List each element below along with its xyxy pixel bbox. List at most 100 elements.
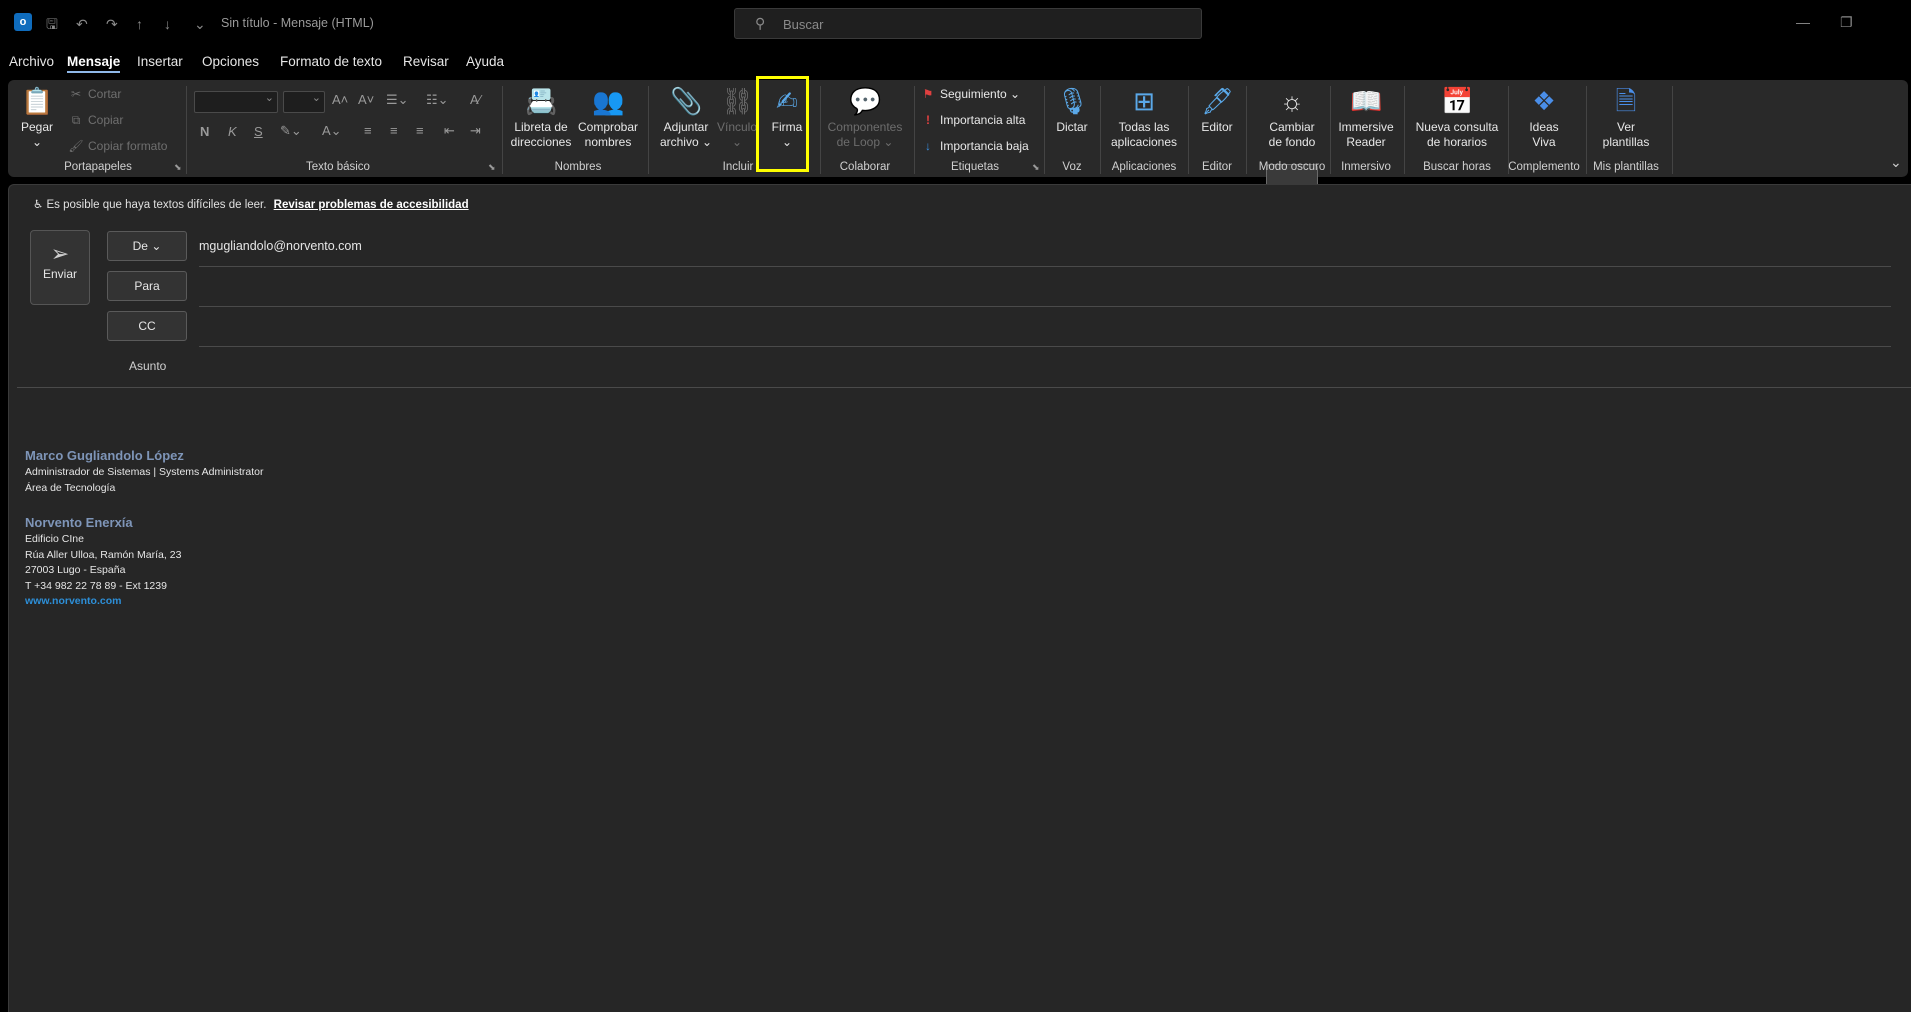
grow-font-icon[interactable]: A˄ — [332, 92, 348, 107]
to-button[interactable]: Para — [107, 271, 187, 301]
loop-label-1: Componentes — [827, 120, 903, 134]
tab-formato-de-texto[interactable]: Formato de texto — [280, 54, 382, 69]
immersive-reader-button[interactable]: 📖 Immersive Reader — [1334, 86, 1398, 150]
high-importance-button[interactable]: ! Importancia alta — [920, 113, 1025, 127]
tab-archivo[interactable]: Archivo — [9, 54, 54, 69]
editor-pen-icon: 🖋 — [1201, 86, 1235, 116]
red-flag-icon: ⚑ — [922, 87, 934, 101]
copy-label: Copiar — [88, 113, 124, 127]
restore-icon[interactable]: ❐ — [1840, 14, 1853, 31]
increase-indent-icon[interactable]: ⇥ — [470, 123, 481, 139]
chevron-down-icon: ⌄ — [151, 239, 162, 253]
signature-phone: T +34 982 22 78 89 - Ext 1239 — [25, 579, 167, 592]
customize-toolbar-icon[interactable]: ⌄ — [194, 14, 206, 34]
document-title: Sin título - Mensaje (HTML) — [221, 16, 374, 30]
tab-opciones[interactable]: Opciones — [202, 54, 259, 69]
from-button[interactable]: De ⌄ — [107, 231, 187, 261]
highlight-icon[interactable]: ✎⌄ — [280, 123, 302, 139]
divider — [1672, 86, 1673, 174]
send-button[interactable]: ➢ Enviar — [30, 230, 90, 305]
signature-role: Administrador de Sistemas | Systems Admi… — [25, 466, 264, 478]
group-label-buscar-horas: Buscar horas — [1423, 161, 1491, 173]
exclamation-icon: ! — [926, 113, 930, 127]
shrink-font-icon[interactable]: A˅ — [358, 92, 374, 107]
align-left-icon[interactable]: ≡ — [364, 123, 372, 138]
reader-label-1: Immersive — [1338, 120, 1394, 134]
dictate-label: Dictar — [1056, 120, 1088, 134]
signature-highlight-box — [756, 76, 809, 172]
address-book-icon: 📇 — [525, 86, 558, 116]
align-right-icon[interactable]: ≡ — [416, 123, 424, 138]
loop-icon: 💬 — [849, 86, 882, 116]
paperclip-icon: 📎 — [670, 86, 703, 116]
email-signature[interactable]: Marco Gugliandolo López Administrador de… — [25, 447, 263, 610]
accessibility-icon: ♿ — [33, 199, 44, 211]
dictate-button[interactable]: 🎙 Dictar — [1050, 86, 1094, 135]
tab-insertar[interactable]: Insertar — [137, 54, 183, 69]
all-apps-button[interactable]: ⊞ Todas las aplicaciones — [1106, 86, 1182, 150]
tab-revisar[interactable]: Revisar — [403, 54, 449, 69]
bullets-icon[interactable]: ☰⌄ — [386, 92, 409, 108]
group-label-editor: Editor — [1201, 161, 1233, 173]
paste-button[interactable]: 📋 Pegar ⌄ — [20, 86, 54, 150]
save-icon[interactable]: 🖫 — [46, 14, 58, 34]
check-names-button[interactable]: 👥 Comprobar nombres — [574, 86, 642, 150]
low-importance-button[interactable]: ↓ Importancia baja — [920, 139, 1029, 153]
format-painter-button[interactable]: 🖌 Copiar formato — [68, 139, 167, 153]
follow-up-button[interactable]: ⚑ Seguimiento ⌄ — [920, 87, 1021, 101]
italic-button[interactable]: K — [228, 124, 237, 139]
arrow-down-icon: ↓ — [925, 139, 931, 153]
new-poll-label-2: de horarios — [1426, 135, 1488, 149]
title-bar: o 🖫 ↶ ↷ ↑ ↓ ⌄ Sin título - Mensaje (HTML… — [0, 0, 1911, 48]
redo-icon[interactable]: ↷ — [106, 14, 118, 34]
divider — [914, 86, 915, 174]
search-input[interactable]: ⚲ Buscar — [734, 8, 1202, 39]
arrow-down-icon[interactable]: ↓ — [164, 14, 171, 34]
to-field-line[interactable] — [199, 306, 1891, 307]
ribbon-collapse-chevron-icon[interactable]: ⌄ — [1890, 154, 1902, 171]
accessibility-link[interactable]: Revisar problemas de accesibilidad — [274, 199, 469, 211]
templates-icon: 🗎 — [1615, 86, 1637, 116]
switch-background-button[interactable]: ☼ Cambiar de fondo — [1260, 86, 1324, 150]
underline-button[interactable]: S — [254, 124, 263, 139]
group-label-mis-plantillas: Mis plantillas — [1593, 161, 1659, 173]
viva-insights-button[interactable]: ❖ Ideas Viva — [1514, 86, 1574, 150]
editor-button[interactable]: 🖋 Editor — [1194, 86, 1240, 135]
send-label: Enviar — [42, 267, 77, 281]
bold-button[interactable]: N — [200, 124, 209, 139]
new-poll-button[interactable]: 📅 Nueva consulta de horarios — [1408, 86, 1506, 150]
dialog-launcher-icon[interactable]: ⬊ — [488, 162, 496, 173]
tab-ayuda[interactable]: Ayuda — [466, 54, 504, 69]
signature-website-link[interactable]: www.norvento.com — [25, 594, 263, 610]
address-book-button[interactable]: 📇 Libreta de direcciones — [508, 86, 574, 150]
format-painter-label: Copiar formato — [88, 139, 168, 153]
cut-button[interactable]: ✂ Cortar — [68, 87, 121, 101]
link-button[interactable]: ⛓ Vínculo ⌄ — [714, 86, 760, 150]
reader-book-icon: 📖 — [1350, 86, 1383, 116]
clear-format-icon[interactable]: A⁄ — [470, 92, 481, 107]
tab-mensaje[interactable]: Mensaje — [67, 54, 121, 73]
attach-file-button[interactable]: 📎 Adjuntar archivo ⌄ — [656, 86, 716, 150]
font-color-icon[interactable]: A⌄ — [322, 123, 342, 139]
copy-button[interactable]: ⧉ Copiar — [68, 113, 124, 128]
align-center-icon[interactable]: ≡ — [390, 123, 398, 138]
view-templates-button[interactable]: 🗎 Ver plantillas — [1592, 86, 1660, 150]
reader-label-2: Reader — [1346, 135, 1386, 149]
numbering-icon[interactable]: ☷⌄ — [426, 92, 449, 108]
group-label-etiquetas: Etiquetas — [951, 161, 999, 173]
arrow-up-icon[interactable]: ↑ — [136, 14, 143, 34]
dialog-launcher-icon[interactable]: ⬊ — [174, 162, 182, 173]
paste-label: Pegar — [20, 120, 54, 134]
loop-components-button[interactable]: 💬 Componentes de Loop ⌄ — [822, 86, 908, 150]
cc-field-line[interactable] — [199, 346, 1891, 347]
undo-icon[interactable]: ↶ — [76, 14, 88, 34]
cc-button[interactable]: CC — [107, 311, 187, 341]
dialog-launcher-icon[interactable]: ⬊ — [1032, 162, 1040, 173]
subject-field-line[interactable] — [17, 387, 1911, 388]
font-size-select[interactable] — [283, 91, 325, 113]
decrease-indent-icon[interactable]: ⇤ — [444, 123, 455, 139]
minimize-icon[interactable]: — — [1796, 14, 1810, 30]
address-book-label-1: Libreta de — [514, 120, 568, 134]
attach-label-2: archivo ⌄ — [659, 135, 713, 149]
font-family-select[interactable] — [194, 91, 278, 113]
